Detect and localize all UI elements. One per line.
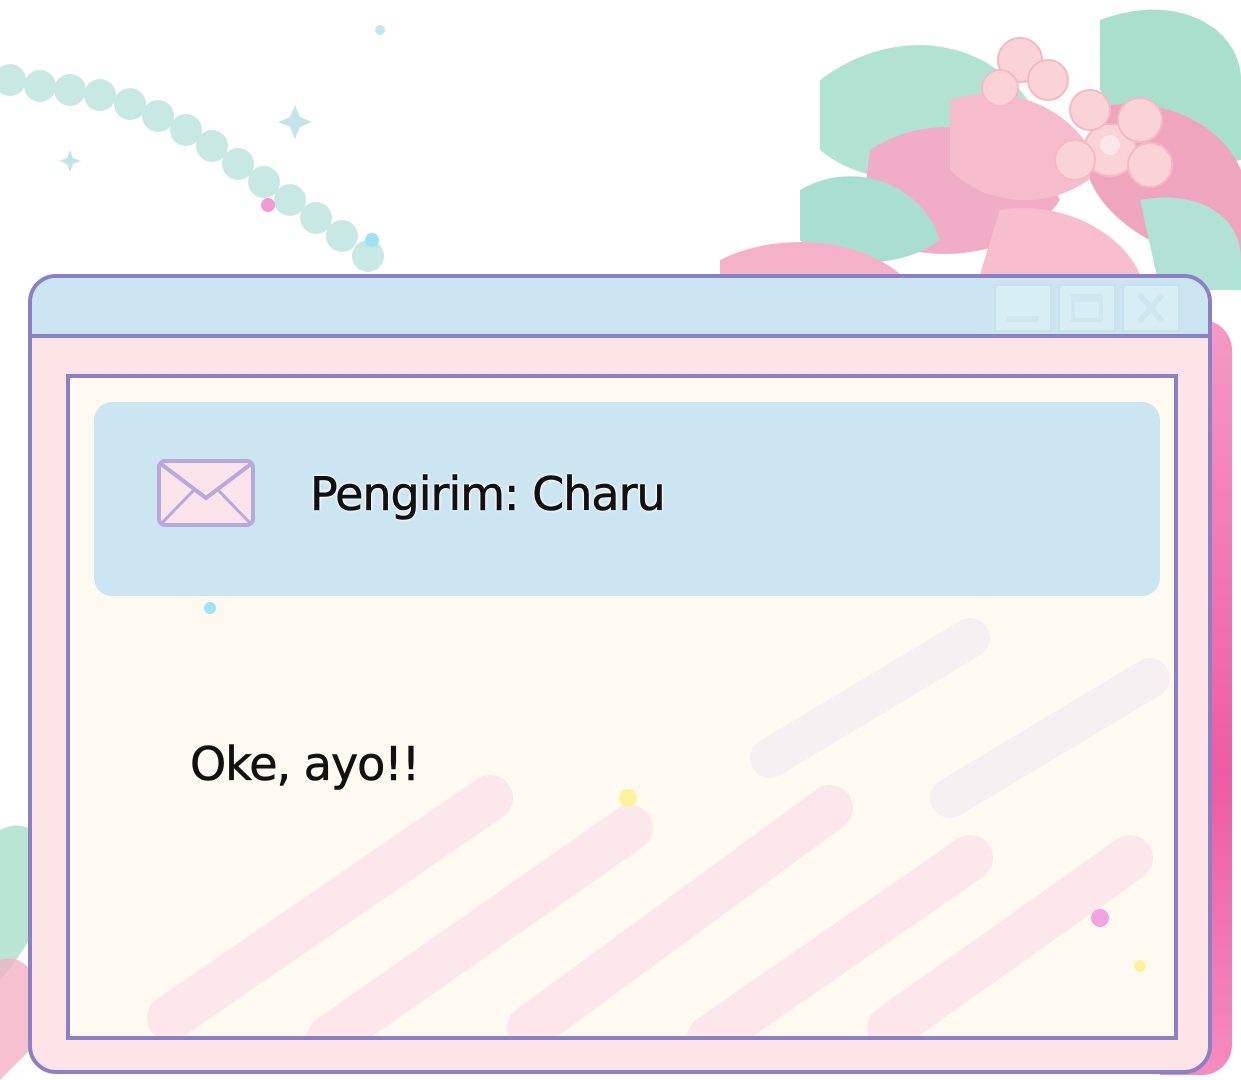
message-body: Oke, ayo!! bbox=[190, 737, 421, 792]
minimize-icon bbox=[1007, 316, 1039, 322]
window-controls bbox=[994, 284, 1180, 332]
message-panel: Pengirim: Charu Oke, ayo!! bbox=[66, 374, 1178, 1040]
sender-label: Pengirim: Charu bbox=[310, 467, 666, 522]
window-titlebar[interactable] bbox=[32, 278, 1208, 338]
maximize-icon bbox=[1071, 294, 1103, 322]
close-button[interactable] bbox=[1122, 284, 1180, 332]
mail-icon bbox=[157, 459, 255, 527]
maximize-button[interactable] bbox=[1058, 284, 1116, 332]
sender-header: Pengirim: Charu bbox=[94, 402, 1160, 596]
message-window: Pengirim: Charu Oke, ayo!! bbox=[28, 274, 1212, 1074]
close-icon bbox=[1138, 293, 1164, 323]
minimize-button[interactable] bbox=[994, 284, 1052, 332]
